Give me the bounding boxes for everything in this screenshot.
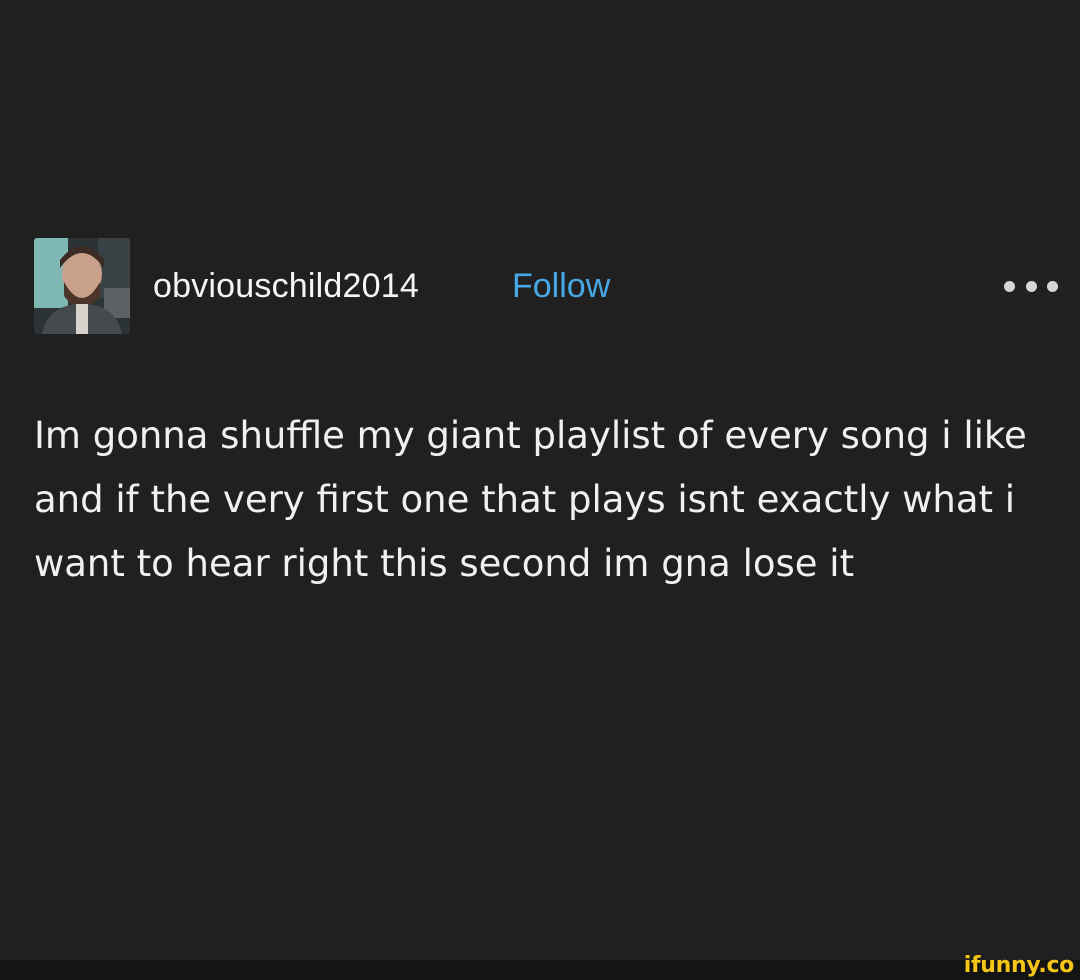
more-dot xyxy=(1025,280,1037,292)
ifunny-watermark: ifunny.co xyxy=(963,953,1075,978)
post-body-text: Im gonna shuffle my giant playlist of ev… xyxy=(34,414,1027,585)
username[interactable]: obviouschild2014 xyxy=(153,266,419,306)
more-options-icon[interactable] xyxy=(1004,276,1058,296)
post-header: obviouschild2014 Follow xyxy=(34,238,1064,334)
more-dot xyxy=(1004,280,1015,292)
follow-button[interactable]: Follow xyxy=(512,266,610,306)
post-card: obviouschild2014 Follow Im gonna shuffle… xyxy=(0,0,1080,960)
more-dot xyxy=(1047,280,1058,292)
avatar-photo-icon xyxy=(34,238,130,334)
footer-bar: ifunny.co xyxy=(0,954,1080,980)
user-avatar[interactable] xyxy=(34,238,130,334)
